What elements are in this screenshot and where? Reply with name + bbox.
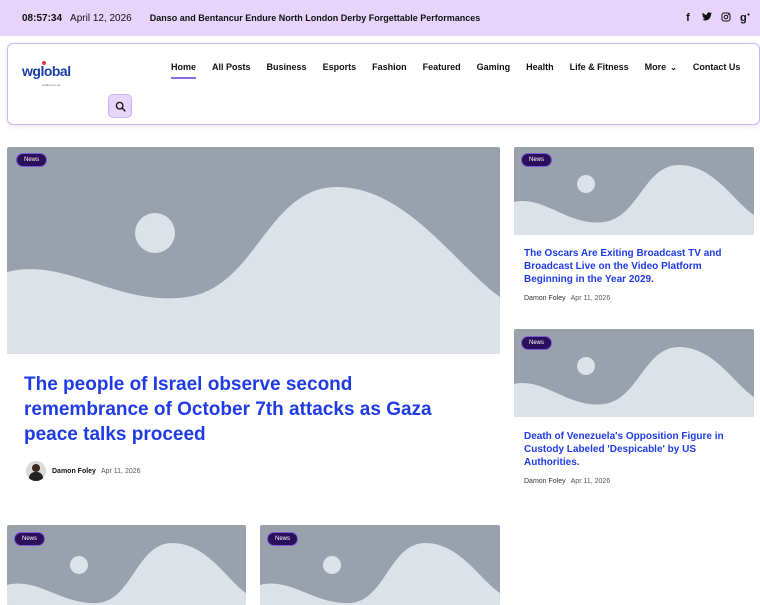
social-links: f g+ (683, 0, 750, 36)
category-badge[interactable]: News (521, 153, 553, 167)
post-date: Apr 11, 2026 (570, 478, 611, 485)
hero-headline[interactable]: The people of Israel observe second reme… (24, 372, 480, 447)
top-bar: 08:57:34 April 12, 2026 Danso and Bentan… (0, 0, 760, 36)
clock-time: 08:57:34 (22, 12, 63, 24)
category-badge[interactable]: News (14, 532, 46, 546)
main-nav: Home All Posts Business Esports Fashion … (171, 62, 756, 79)
nav-item-life-fitness[interactable]: Life & Fitness (570, 62, 629, 72)
author-avatar[interactable] (26, 461, 46, 481)
logo-tagline: insiders.co.uk (42, 83, 61, 87)
news-ticker[interactable]: Danso and Bentancur Endure North London … (150, 13, 481, 23)
nav-item-business[interactable]: Business (267, 62, 307, 72)
author-name[interactable]: Damon Foley (524, 478, 566, 485)
post-date: Apr 11, 2026 (100, 467, 141, 475)
search-button[interactable] (108, 94, 132, 118)
side-headline-2[interactable]: Death of Venezuela's Opposition Figure i… (524, 430, 744, 469)
category-badge[interactable]: News (16, 153, 48, 167)
side-meta-1: Damon Foley Apr 11, 2026 (524, 295, 610, 302)
nav-more-label: More (644, 62, 667, 72)
nav-item-health[interactable]: Health (526, 62, 554, 72)
side-headline-1[interactable]: The Oscars Are Exiting Broadcast TV and … (524, 247, 744, 286)
chevron-down-icon: ⌄ (670, 63, 677, 72)
nav-item-more[interactable]: More ⌄ (645, 62, 677, 72)
nav-item-gaming[interactable]: Gaming (477, 62, 511, 72)
category-badge[interactable]: News (521, 336, 553, 350)
nav-item-fashion[interactable]: Fashion (372, 62, 407, 72)
side-meta-2: Damon Foley Apr 11, 2026 (524, 478, 610, 485)
facebook-icon[interactable]: f (683, 12, 693, 24)
twitter-icon[interactable] (702, 12, 712, 24)
hero-image[interactable] (7, 147, 500, 354)
main-header: wglobal insiders.co.uk Home All Posts Bu… (7, 43, 760, 125)
nav-item-contact-us[interactable]: Contact Us (693, 62, 741, 72)
site-logo[interactable]: wglobal insiders.co.uk (22, 57, 82, 87)
instagram-icon[interactable] (721, 12, 731, 25)
author-name[interactable]: Damon Foley (524, 295, 566, 302)
nav-item-all-posts[interactable]: All Posts (212, 62, 251, 72)
nav-item-featured[interactable]: Featured (423, 62, 461, 72)
nav-item-esports[interactable]: Esports (323, 62, 357, 72)
google-plus-icon[interactable]: g+ (740, 12, 750, 24)
image-placeholder-icon (7, 187, 500, 354)
logo-text: wglobal (22, 63, 71, 79)
current-date: April 12, 2026 (70, 12, 132, 24)
category-badge[interactable]: News (267, 532, 299, 546)
author-name[interactable]: Damon Foley (52, 468, 96, 475)
hero-meta: Damon Foley Apr 11, 2026 (26, 461, 141, 481)
search-icon (115, 101, 126, 112)
nav-item-home[interactable]: Home (171, 62, 197, 79)
post-date: Apr 11, 2026 (570, 295, 611, 302)
